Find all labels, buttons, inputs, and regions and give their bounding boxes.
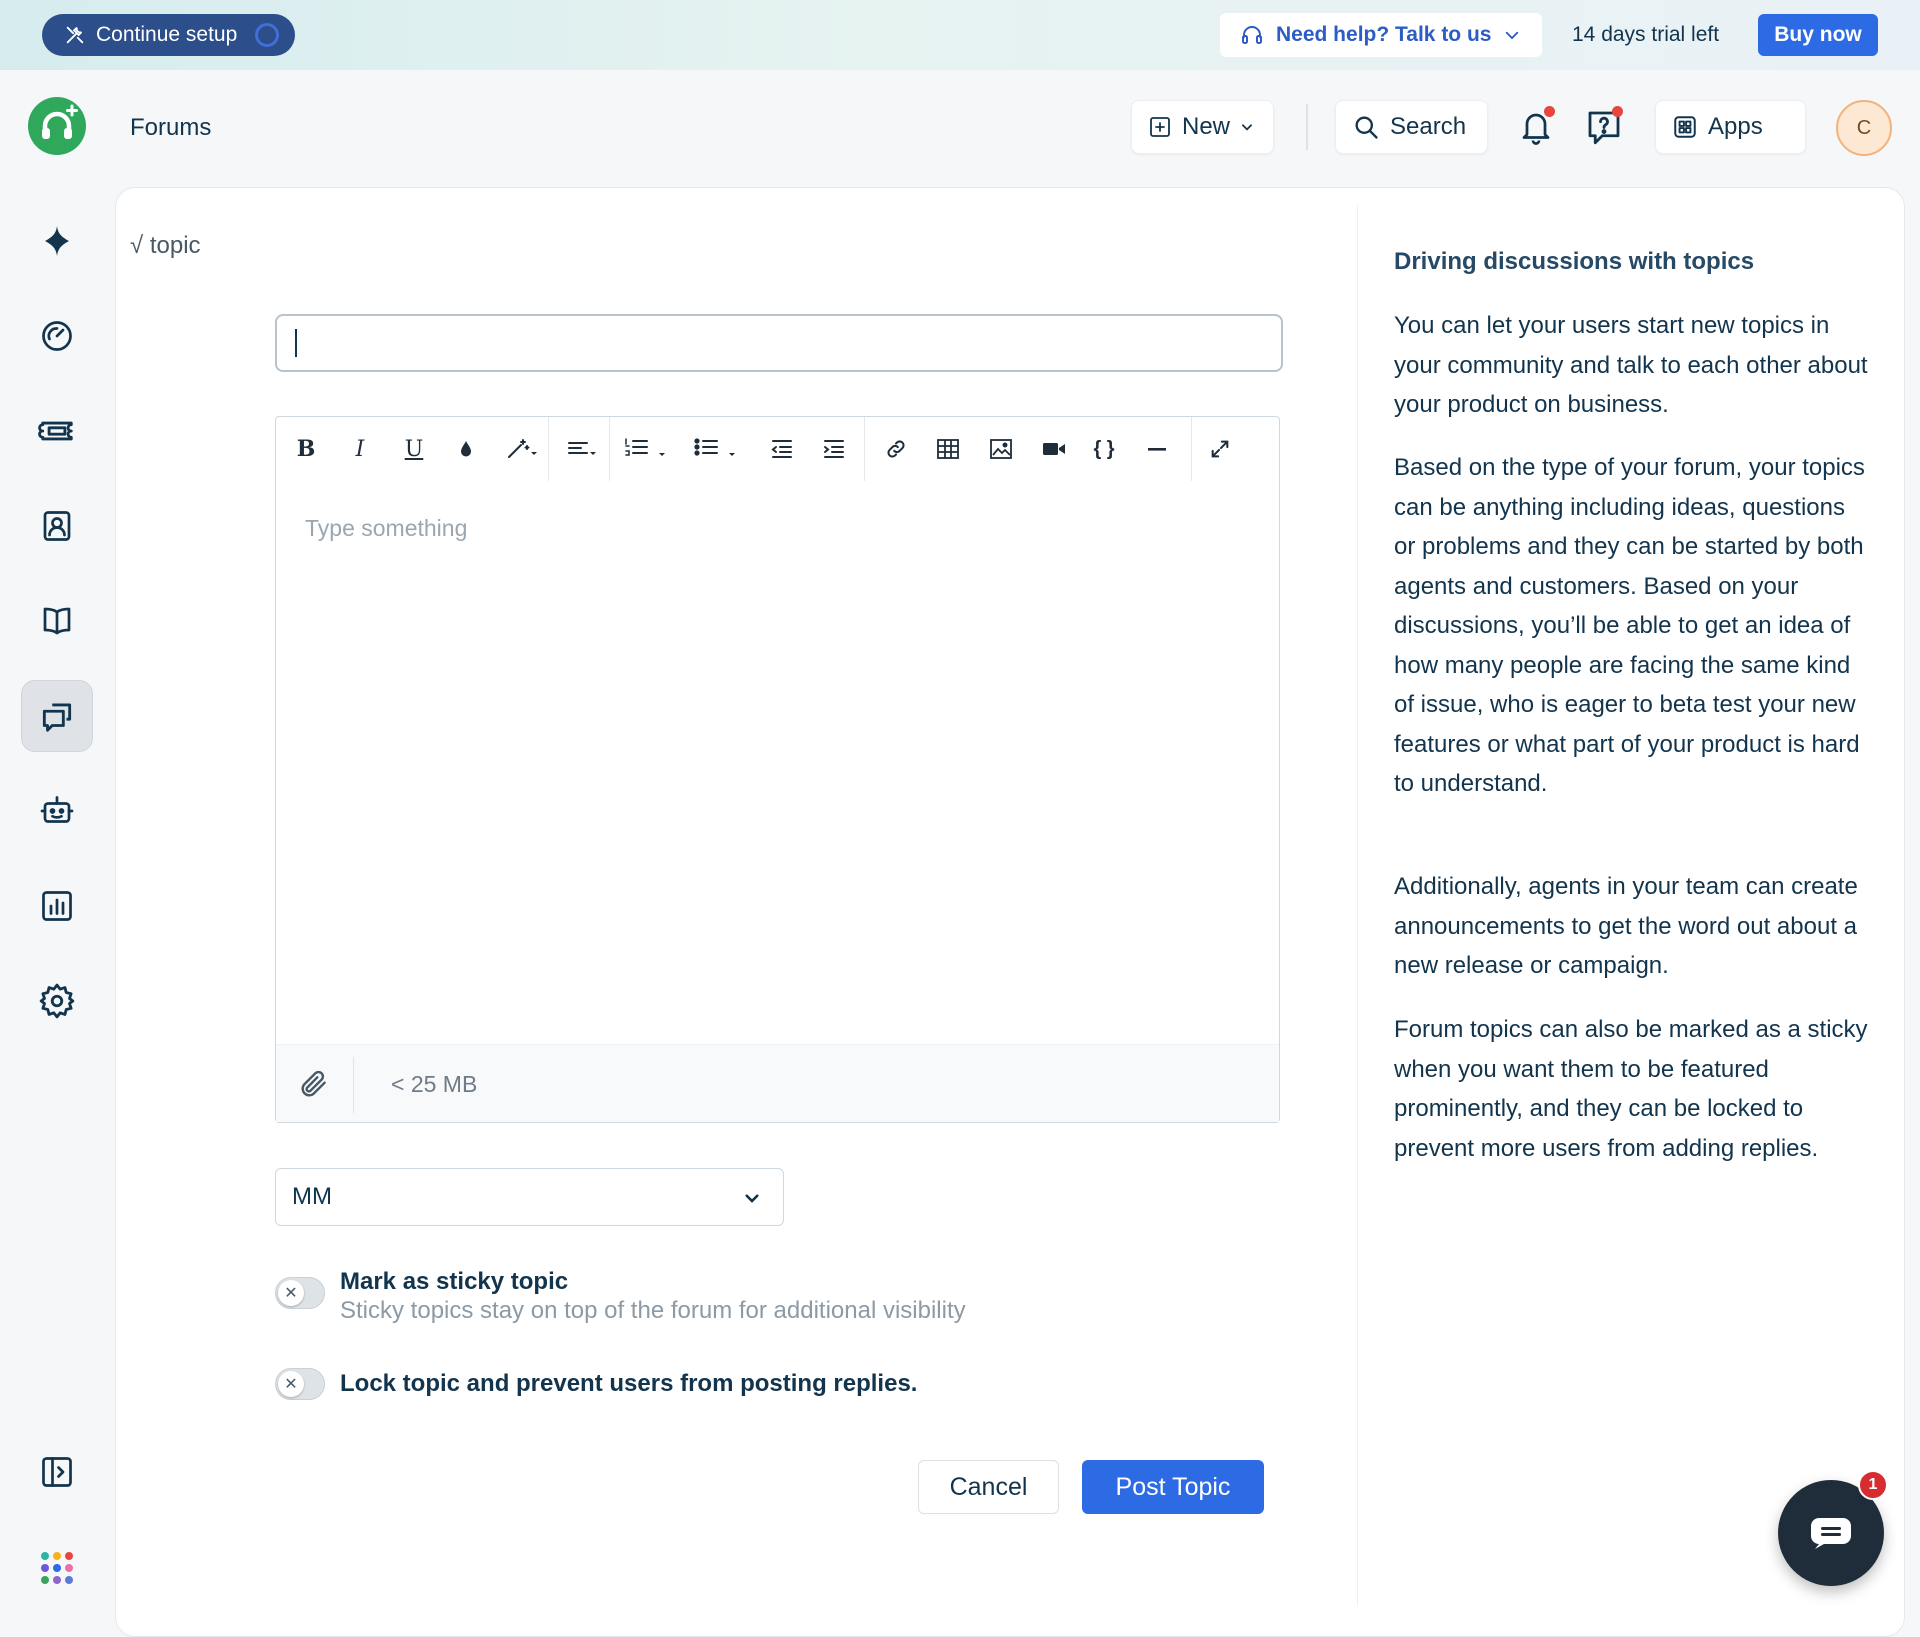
table-icon[interactable] xyxy=(930,429,966,469)
search-label: Search xyxy=(1390,113,1467,140)
new-button[interactable]: New xyxy=(1131,100,1274,154)
user-avatar[interactable]: C xyxy=(1836,100,1892,156)
help-paragraph: Based on the type of your forum, your to… xyxy=(1394,454,1865,797)
sticky-topic-toggle[interactable]: ✕ xyxy=(275,1277,325,1309)
bot-icon[interactable] xyxy=(21,775,93,847)
dashboard-icon[interactable] xyxy=(21,300,93,372)
video-icon[interactable] xyxy=(1036,429,1072,469)
editor-toolbar: B I U {} xyxy=(276,417,1279,481)
need-help-button[interactable]: Need help? Talk to us xyxy=(1220,13,1542,57)
close-x-icon: ✕ xyxy=(278,1280,304,1306)
help-paragraph: Additionally, agents in your team can cr… xyxy=(1394,873,1858,979)
settings-gear-icon[interactable] xyxy=(21,965,93,1037)
sticky-topic-description: Sticky topics stay on top of the forum f… xyxy=(340,1297,966,1324)
chat-unread-badge: 1 xyxy=(1858,1470,1888,1500)
app-switcher-icon[interactable] xyxy=(21,1532,93,1604)
lock-topic-label: Lock topic and prevent users from postin… xyxy=(340,1370,918,1397)
chevron-down-icon xyxy=(743,1189,761,1207)
trial-status: 14 days trial left xyxy=(1572,23,1720,46)
tools-icon xyxy=(64,24,86,46)
outdent-icon[interactable] xyxy=(764,429,800,469)
top-banner: Continue setup Need help? Talk to us 14 … xyxy=(0,0,1920,70)
magic-format-icon[interactable] xyxy=(500,429,544,469)
close-x-icon: ✕ xyxy=(278,1371,304,1397)
paperclip-icon[interactable] xyxy=(298,1067,330,1101)
expand-sidebar-icon[interactable] xyxy=(21,1436,93,1508)
panel-divider xyxy=(1357,206,1358,1606)
new-label: New xyxy=(1182,113,1231,140)
link-icon[interactable] xyxy=(878,429,914,469)
font-color-icon[interactable] xyxy=(448,429,484,469)
horizontal-rule-icon[interactable] xyxy=(1139,429,1175,469)
help-question-icon[interactable] xyxy=(1581,104,1627,150)
page-title: Forums xyxy=(130,114,212,141)
cancel-button[interactable]: Cancel xyxy=(918,1460,1059,1514)
help-notification-dot xyxy=(1612,106,1623,117)
chat-bubble-icon xyxy=(1809,1516,1853,1550)
help-panel-title: Driving discussions with topics xyxy=(1394,248,1755,275)
rich-text-editor[interactable]: B I U {} Type something < 25 MB xyxy=(275,416,1280,1123)
notification-dot xyxy=(1544,106,1555,117)
chevron-down-icon xyxy=(1503,26,1521,44)
contacts-icon[interactable] xyxy=(21,490,93,562)
sticky-topic-label: Mark as sticky topic xyxy=(340,1268,569,1295)
numbered-list-icon[interactable] xyxy=(621,429,671,469)
breadcrumb[interactable]: √ topic xyxy=(130,232,201,260)
apps-button[interactable]: Apps xyxy=(1655,100,1806,154)
need-help-label: Need help? Talk to us xyxy=(1276,23,1492,46)
attachment-size-limit: < 25 MB xyxy=(391,1071,478,1097)
chevron-down-icon xyxy=(1240,120,1254,134)
lock-topic-toggle[interactable]: ✕ xyxy=(275,1368,325,1400)
text-cursor xyxy=(295,329,297,357)
buy-now-button[interactable]: Buy now xyxy=(1758,14,1878,56)
forum-select-value: MM xyxy=(292,1183,332,1210)
editor-placeholder: Type something xyxy=(305,515,468,541)
image-icon[interactable] xyxy=(983,429,1019,469)
continue-setup-label: Continue setup xyxy=(96,23,238,46)
forum-select[interactable]: MM xyxy=(275,1168,784,1226)
help-paragraph: Forum topics can also be marked as a sti… xyxy=(1394,1016,1868,1162)
bold-icon[interactable]: B xyxy=(288,429,324,469)
post-topic-button[interactable]: Post Topic xyxy=(1082,1460,1264,1514)
header-divider xyxy=(1306,104,1308,150)
plus-square-icon xyxy=(1148,115,1172,139)
align-icon[interactable] xyxy=(561,429,605,469)
fullscreen-expand-icon[interactable] xyxy=(1202,429,1238,469)
help-paragraph: You can let your users start new topics … xyxy=(1394,312,1868,418)
knowledge-base-icon[interactable] xyxy=(21,585,93,657)
search-icon xyxy=(1352,113,1380,141)
ticket-icon[interactable] xyxy=(21,395,93,467)
italic-icon[interactable]: I xyxy=(342,429,378,469)
app-logo[interactable] xyxy=(28,97,86,155)
notifications-bell-icon[interactable] xyxy=(1513,104,1559,150)
underline-icon[interactable]: U xyxy=(396,429,432,469)
analytics-icon[interactable] xyxy=(21,870,93,942)
attachment-bar: < 25 MB xyxy=(276,1044,1279,1122)
sparkle-icon[interactable] xyxy=(21,205,93,277)
setup-progress-ring xyxy=(255,23,279,47)
apps-icon xyxy=(1672,114,1698,140)
topic-title-input[interactable] xyxy=(275,314,1283,372)
code-block-icon[interactable]: { } xyxy=(1086,429,1122,469)
indent-icon[interactable] xyxy=(816,429,852,469)
continue-setup-button[interactable]: Continue setup xyxy=(42,14,295,56)
headset-icon xyxy=(1240,23,1264,47)
forums-icon[interactable] xyxy=(21,680,93,752)
search-button[interactable]: Search xyxy=(1335,100,1488,154)
bulleted-list-icon[interactable] xyxy=(691,429,741,469)
apps-label: Apps xyxy=(1708,113,1763,140)
